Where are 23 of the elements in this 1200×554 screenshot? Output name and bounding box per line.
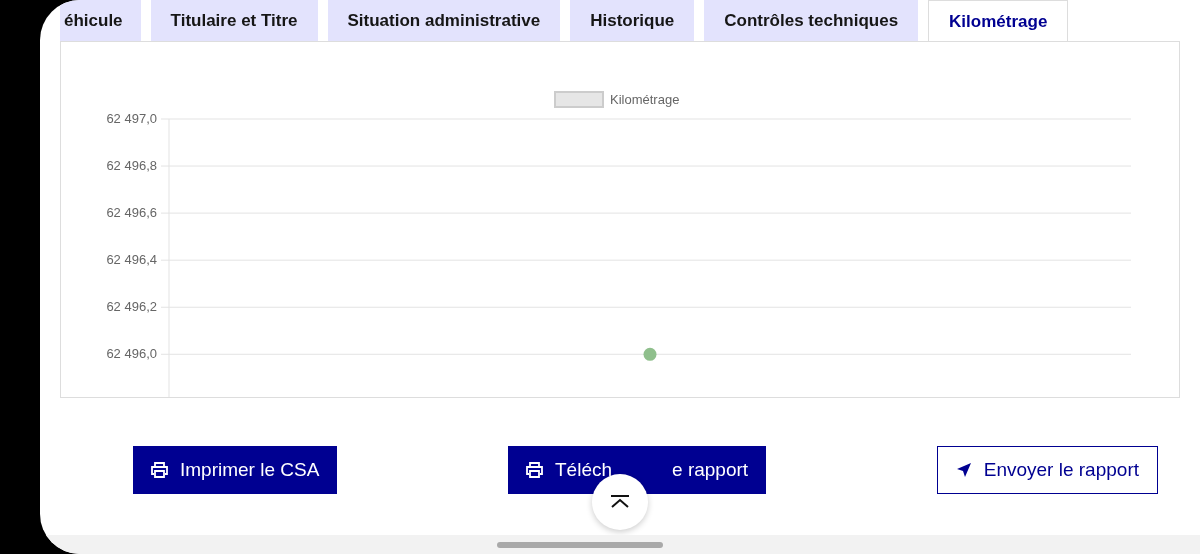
axis-tick-label: 62 496,4: [106, 252, 157, 268]
scroll-to-top-button[interactable]: [592, 474, 648, 530]
print-button[interactable]: Imprimer le CSA: [133, 446, 338, 494]
printer-icon: [151, 462, 168, 478]
axis-tick-label: 62 496,0: [106, 346, 157, 362]
print-button[interactable]: Téléch e rapport: [508, 446, 767, 494]
printer-icon: [526, 462, 543, 478]
legend-label: Kilométrage: [610, 92, 680, 107]
tab[interactable]: Situation administrative: [327, 0, 561, 41]
tab[interactable]: Kilométrage: [928, 0, 1069, 42]
axis-tick-label: 62 496,2: [106, 299, 157, 315]
data-point: [643, 347, 657, 361]
paper-plane-icon: [955, 462, 972, 478]
send-report-button[interactable]: Envoyer le rapport: [936, 446, 1158, 494]
chevron-up-icon: [609, 495, 631, 509]
axis-tick-label: 62 496,8: [106, 158, 157, 174]
tab[interactable]: Titulaire et Titre: [150, 0, 318, 41]
legend-swatch: [554, 91, 604, 108]
axis-tick-label: 62 497,0: [106, 111, 157, 126]
tab[interactable]: Contrôles techniques: [704, 0, 919, 41]
tab[interactable]: Historique: [570, 0, 695, 41]
axis-tick-label: 62 496,6: [106, 205, 157, 221]
tab[interactable]: éhicule: [60, 0, 141, 41]
